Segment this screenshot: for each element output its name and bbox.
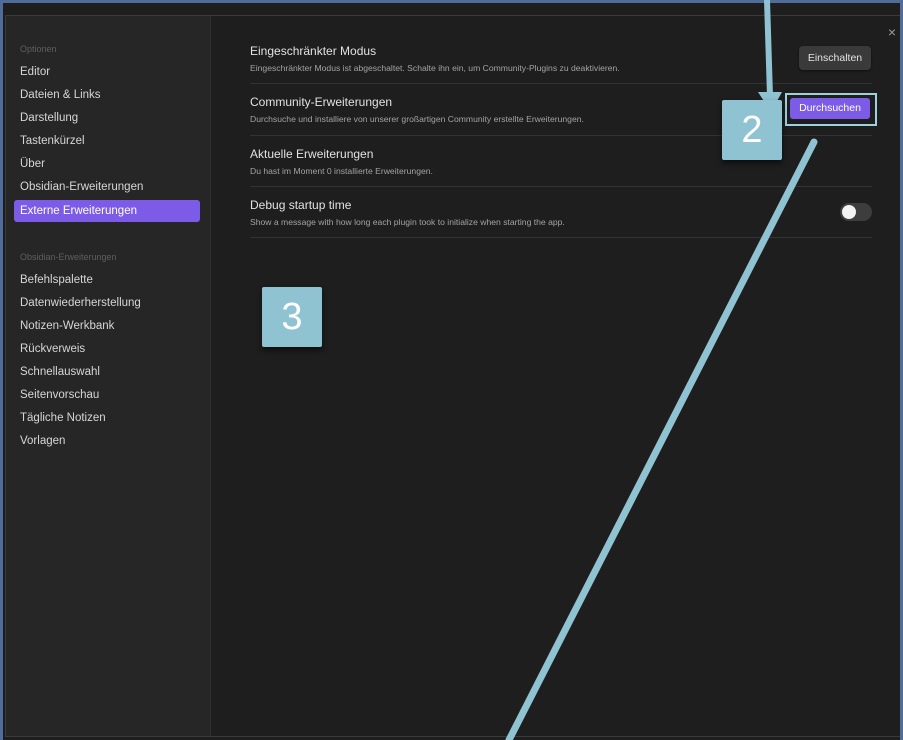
setting-name: Eingeschränkter Modus <box>250 44 377 58</box>
setting-description: Show a message with how long each plugin… <box>250 217 565 227</box>
toggle-knob <box>842 205 856 219</box>
sidebar-item-note-composer[interactable]: Notizen-Werkbank <box>14 315 200 337</box>
turn-on-restricted-mode-button[interactable]: Einschalten <box>799 46 871 70</box>
setting-description: Eingeschränkter Modus ist abgeschaltet. … <box>250 63 620 73</box>
step-3-badge: 3 <box>262 287 322 347</box>
sidebar-heading-options: Optionen <box>20 44 57 54</box>
sidebar-item-core-plugins[interactable]: Obsidian-Erweiterungen <box>14 176 200 198</box>
divider <box>250 237 872 238</box>
setting-restricted-mode: Eingeschränkter Modus Eingeschränkter Mo… <box>250 44 872 73</box>
divider <box>250 186 872 187</box>
close-icon[interactable]: × <box>888 24 896 40</box>
step-2-badge: 2 <box>722 100 782 160</box>
settings-content: × Eingeschränkter Modus Eingeschränkter … <box>211 16 900 736</box>
sidebar-item-command-palette[interactable]: Befehlspalette <box>14 269 200 291</box>
sidebar-item-quick-switcher[interactable]: Schnellauswahl <box>14 361 200 383</box>
sidebar-item-appearance[interactable]: Darstellung <box>14 107 200 129</box>
settings-sidebar: Optionen Editor Dateien & Links Darstell… <box>6 16 211 736</box>
sidebar-item-backlinks[interactable]: Rückverweis <box>14 338 200 360</box>
sidebar-item-files-links[interactable]: Dateien & Links <box>14 84 200 106</box>
setting-description: Du hast im Moment 0 installierte Erweite… <box>250 166 433 176</box>
divider <box>250 83 872 84</box>
debug-startup-time-toggle[interactable] <box>840 203 872 221</box>
sidebar-item-editor[interactable]: Editor <box>14 61 200 83</box>
sidebar-item-hotkeys[interactable]: Tastenkürzel <box>14 130 200 152</box>
sidebar-item-community-plugins[interactable]: Externe Erweiterungen <box>14 200 200 222</box>
browse-community-plugins-button[interactable]: Durchsuchen <box>790 98 870 119</box>
setting-debug-startup-time: Debug startup time Show a message with h… <box>250 198 872 227</box>
setting-name: Debug startup time <box>250 198 352 212</box>
sidebar-item-file-recovery[interactable]: Datenwiederherstellung <box>14 292 200 314</box>
sidebar-item-about[interactable]: Über <box>14 153 200 175</box>
sidebar-item-page-preview[interactable]: Seitenvorschau <box>14 384 200 406</box>
sidebar-heading-core-plugins: Obsidian-Erweiterungen <box>20 252 117 262</box>
sidebar-item-templates[interactable]: Vorlagen <box>14 430 200 452</box>
sidebar-item-daily-notes[interactable]: Tägliche Notizen <box>14 407 200 429</box>
